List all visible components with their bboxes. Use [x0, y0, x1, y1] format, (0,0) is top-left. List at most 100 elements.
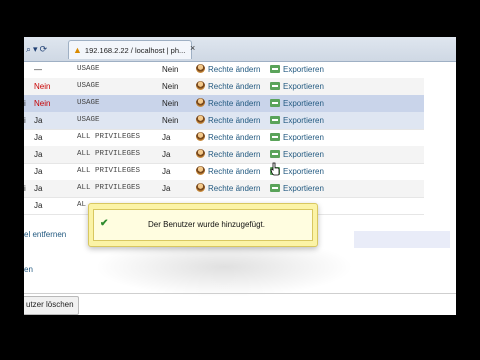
edit-privileges-label: Rechte ändern [208, 184, 261, 193]
export-label: Exportieren [283, 150, 324, 159]
privileges-cell: USAGE [77, 65, 100, 73]
user-icon [196, 98, 205, 107]
user-icon [196, 166, 205, 175]
grant-cell: Ja [162, 167, 171, 176]
edit-privileges-label: Rechte ändern [208, 133, 261, 142]
grant-cell: Nein [162, 99, 179, 108]
table-row[interactable]: Ja ALL PRIVILEGES Ja Rechte ändern Exportier… [24, 146, 424, 164]
export-link[interactable]: Exportieren [270, 61, 324, 78]
table-row[interactable]: Nein USAGE Nein Rechte ändern Exportieren [24, 78, 424, 96]
password-cell: — [34, 65, 42, 74]
password-cell: Ja [34, 167, 43, 176]
close-tab-icon[interactable]: × [190, 43, 195, 53]
success-notification-body: ✔ Der Benutzer wurde hinzugefügt. [93, 209, 313, 241]
export-label: Exportieren [283, 99, 324, 108]
address-bar-controls[interactable]: ⌕ ▾ ⟳ [26, 42, 49, 56]
export-label: Exportieren [283, 82, 324, 91]
export-link[interactable]: Exportieren [270, 78, 324, 95]
edit-privileges-link[interactable]: Rechte ändern [196, 129, 260, 146]
edit-privileges-link[interactable]: Rechte ändern [196, 163, 260, 180]
user-icon [196, 81, 205, 90]
edit-privileges-link[interactable]: Rechte ändern [196, 180, 260, 197]
edit-privileges-label: Rechte ändern [208, 167, 261, 176]
edit-privileges-label: Rechte ändern [208, 65, 261, 74]
table-row[interactable]: Ja ALL PRIVILEGES Ja Rechte ändern Exportier… [24, 129, 424, 147]
reload-icon[interactable]: ⟳ [40, 44, 48, 55]
host-cell [24, 129, 32, 146]
edit-privileges-label: Rechte ändern [208, 99, 261, 108]
grant-cell: Nein [162, 82, 179, 91]
export-label: Exportieren [283, 133, 324, 142]
user-icon [196, 132, 205, 141]
password-cell: Ja [34, 150, 43, 159]
grant-cell: Nein [162, 116, 179, 125]
host-cell: i [24, 99, 26, 108]
export-icon [270, 99, 280, 107]
export-link[interactable]: Exportieren [270, 146, 324, 163]
delete-users-button[interactable]: utzer löschen [24, 296, 79, 315]
export-label: Exportieren [283, 116, 324, 125]
host-cell [24, 78, 32, 95]
edit-privileges-link[interactable]: Rechte ändern [196, 61, 260, 78]
password-cell: Ja [34, 116, 43, 125]
partial-link[interactable]: en [24, 265, 33, 274]
grant-cell: Ja [162, 150, 171, 159]
export-label: Exportieren [283, 184, 324, 193]
table-row[interactable]: i Ja ALL PRIVILEGES Ja Rechte ändern Exportie… [24, 180, 424, 198]
password-cell: Nein [34, 99, 51, 108]
host-cell [24, 61, 32, 78]
privileges-cell: USAGE [77, 82, 100, 90]
export-icon [270, 184, 280, 192]
edit-privileges-label: Rechte ändern [208, 150, 261, 159]
grant-cell: Ja [162, 133, 171, 142]
export-link[interactable]: Exportieren [270, 95, 324, 112]
edit-privileges-link[interactable]: Rechte ändern [196, 95, 260, 112]
privileges-cell: USAGE [77, 99, 100, 107]
hand-cursor-icon [270, 162, 280, 176]
password-cell: Nein [34, 82, 51, 91]
browser-tab[interactable]: ▲ 192.168.2.22 / localhost | ph... [68, 40, 192, 59]
table-row[interactable]: i Ja USAGE Nein Rechte ändern Exportieren [24, 112, 424, 130]
edit-privileges-link[interactable]: Rechte ändern [196, 146, 260, 163]
export-icon [270, 150, 280, 158]
user-icon [196, 183, 205, 192]
user-icon [196, 149, 205, 158]
tab-title: 192.168.2.22 / localhost | ph... [84, 45, 186, 55]
table-row[interactable]: i Nein USAGE Nein Rechte ändern Exportieren [24, 95, 424, 113]
remove-selected-link[interactable]: el entfernen [24, 230, 66, 239]
section-divider [24, 293, 456, 294]
export-link[interactable]: Exportieren [270, 112, 324, 129]
search-icon[interactable]: ⌕ [26, 44, 31, 55]
password-cell: Ja [34, 133, 43, 142]
grant-cell: Nein [162, 65, 179, 74]
edit-privileges-label: Rechte ändern [208, 82, 261, 91]
export-label: Exportieren [283, 65, 324, 74]
host-cell [24, 197, 32, 214]
screen: ⌕ ▾ ⟳ ▲ 192.168.2.22 / localhost | ph...… [24, 37, 456, 315]
export-icon [270, 65, 280, 73]
password-cell: Ja [34, 184, 43, 193]
privileges-cell: ALL PRIVILEGES [77, 150, 141, 158]
export-link[interactable]: Exportieren [270, 129, 324, 146]
export-icon [270, 133, 280, 141]
privileges-cell: USAGE [77, 116, 100, 124]
host-cell [24, 163, 32, 180]
password-cell: Ja [34, 201, 43, 210]
user-icon [196, 64, 205, 73]
notification-message: Der Benutzer wurde hinzugefügt. [148, 220, 265, 229]
row-highlight-extension [354, 231, 450, 248]
privileges-cell: AL [77, 201, 87, 209]
edit-privileges-link[interactable]: Rechte ändern [196, 112, 260, 129]
success-notification: ✔ Der Benutzer wurde hinzugefügt. [88, 203, 318, 247]
chevron-down-icon[interactable]: ▾ [33, 44, 38, 55]
export-label: Exportieren [283, 167, 324, 176]
table-row[interactable]: Ja ALL PRIVILEGES Ja Rechte ändern Exportier… [24, 163, 424, 181]
user-icon [196, 115, 205, 124]
privileges-cell: ALL PRIVILEGES [77, 133, 141, 141]
privileges-cell: ALL PRIVILEGES [77, 167, 141, 175]
export-icon [270, 82, 280, 90]
edit-privileges-link[interactable]: Rechte ändern [196, 78, 260, 95]
table-row[interactable]: — USAGE Nein Rechte ändern Exportieren [24, 61, 424, 79]
export-link[interactable]: Exportieren [270, 180, 324, 197]
host-cell [24, 146, 32, 163]
